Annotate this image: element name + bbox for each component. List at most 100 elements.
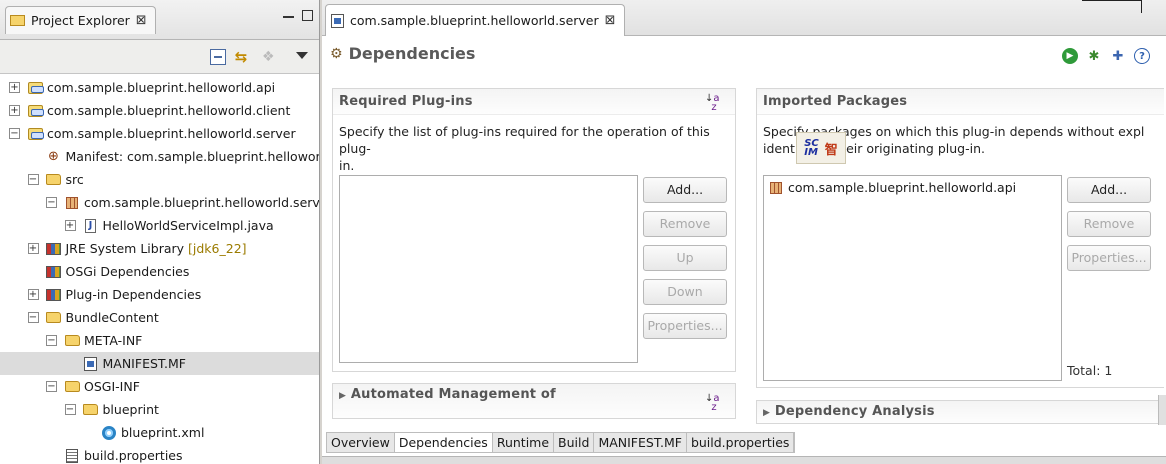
imported-packages-title: Imported Packages <box>763 94 908 109</box>
package-icon-glyph <box>66 196 78 209</box>
properties-file-icon-glyph <box>66 448 78 463</box>
bottom-panel-strip <box>322 456 1166 464</box>
project-icon <box>27 80 44 96</box>
tree-item-label: com.sample.blueprint.helloworld.server <box>84 195 319 210</box>
project-explorer-tab[interactable]: Project Explorer ⊠ <box>5 6 156 34</box>
tree-item[interactable]: + J HelloWorldServiceImpl.java <box>0 214 319 237</box>
tree-item[interactable]: − blueprint <box>0 398 319 421</box>
help-icon[interactable]: ? <box>1134 48 1150 64</box>
tab-overview[interactable]: Overview <box>327 433 395 452</box>
down-button[interactable]: Down <box>643 279 727 305</box>
tree-item-label: HelloWorldServiceImpl.java <box>102 218 274 233</box>
up-button[interactable]: Up <box>643 245 727 271</box>
minimize-icon[interactable] <box>283 10 294 18</box>
library-icon <box>46 241 62 257</box>
tab-build[interactable]: Build <box>554 433 595 452</box>
add-package-button[interactable]: Add... <box>1067 177 1151 203</box>
tree-item[interactable]: − OSGI-INF <box>0 375 319 398</box>
collapse-icon[interactable]: − <box>9 128 20 139</box>
package-icon <box>770 181 782 194</box>
tree-item-label: JRE System Library [jdk6_22] <box>65 241 247 256</box>
view-menu-icon[interactable] <box>296 52 308 59</box>
sort-icon[interactable]: ↓a z <box>705 94 720 113</box>
project-icon-glyph <box>27 104 44 117</box>
tab-build-properties[interactable]: build.properties <box>687 433 795 452</box>
automated-management-title: ▶ Automated Management of <box>339 387 556 402</box>
sort-icon[interactable]: ↓a z <box>705 394 720 413</box>
filter-icon[interactable]: ❖ <box>262 49 278 65</box>
library-icon-glyph <box>46 242 61 255</box>
collapse-icon[interactable]: − <box>27 174 39 185</box>
folder-icon <box>46 172 62 188</box>
imported-packages-header: Imported Packages <box>757 89 1164 115</box>
tree-item-label: Plug-in Dependencies <box>65 287 202 302</box>
close-icon[interactable]: ⊠ <box>605 13 616 28</box>
folder-icon <box>64 333 80 349</box>
tab-manifest-mf[interactable]: MANIFEST.MF <box>594 433 687 452</box>
automated-management-header[interactable]: ▶ Automated Management of ↓a z <box>333 384 735 418</box>
add-plugin-button[interactable]: Add... <box>643 177 727 203</box>
package-properties-button[interactable]: Properties... <box>1067 245 1151 271</box>
input-method-indicator[interactable]: SC IM 智 <box>796 132 846 164</box>
collapse-all-icon[interactable] <box>210 49 226 65</box>
remove-package-button[interactable]: Remove <box>1067 211 1151 237</box>
tree-item[interactable]: OSGi Dependencies <box>0 260 319 283</box>
expand-arrow-icon: ▶ <box>763 408 771 418</box>
tree-item-label: Manifest: com.sample.blueprint.helloworl… <box>65 149 320 164</box>
tab-runtime[interactable]: Runtime <box>493 433 555 452</box>
expand-arrow-icon: ▶ <box>339 391 347 401</box>
editor-page-tabs: Overview Dependencies Runtime Build MANIFEST… <box>326 432 796 453</box>
editor-tab[interactable]: com.sample.blueprint.helloworld.server ⊠ <box>325 4 625 36</box>
scim-line2: IM <box>804 147 818 158</box>
scim-logo-icon: SC IM <box>804 139 819 158</box>
list-item[interactable]: com.sample.blueprint.helloworld.api <box>770 180 1016 195</box>
tree-item[interactable]: build.properties <box>0 444 319 464</box>
required-plugins-list[interactable] <box>339 175 638 363</box>
collapse-icon[interactable]: − <box>27 312 39 323</box>
tab-dependencies[interactable]: Dependencies <box>394 433 493 452</box>
tree-item[interactable]: blueprint.xml <box>0 421 319 444</box>
tree-item[interactable]: ⊕ Manifest: com.sample.blueprint.hellowor… <box>0 145 319 168</box>
run-icon[interactable]: ▶ <box>1062 48 1078 64</box>
close-icon[interactable]: ⊠ <box>136 13 147 28</box>
debug-icon[interactable]: ✱ <box>1086 48 1102 64</box>
tree-item[interactable]: MANIFEST.MF <box>0 352 319 375</box>
tree-item-label: com.sample.blueprint.helloworld.api <box>47 80 276 95</box>
tree-item[interactable]: − BundleContent <box>0 306 319 329</box>
tree-item[interactable]: + Plug-in Dependencies <box>0 283 319 306</box>
collapse-icon[interactable]: − <box>46 197 57 208</box>
folder-icon-glyph <box>64 381 80 392</box>
library-icon-glyph <box>46 288 61 301</box>
tree-item[interactable]: − com.sample.blueprint.helloworld.server <box>0 191 319 214</box>
form-title: Dependencies <box>348 44 476 63</box>
link-with-editor-icon[interactable]: ⇆ <box>233 49 249 65</box>
project-icon-glyph <box>27 127 44 140</box>
plugin-properties-button[interactable]: Properties... <box>643 313 727 339</box>
expand-icon[interactable]: + <box>9 105 20 116</box>
collapse-icon[interactable]: − <box>46 335 57 346</box>
tree-item[interactable]: − META-INF <box>0 329 319 352</box>
remove-plugin-button[interactable]: Remove <box>643 211 727 237</box>
manifest-editor: com.sample.blueprint.helloworld.server ⊠… <box>322 0 1166 464</box>
imported-packages-list[interactable]: com.sample.blueprint.helloworld.api <box>763 175 1062 381</box>
tree-item[interactable]: − src <box>0 168 319 191</box>
expand-icon[interactable]: + <box>27 243 39 254</box>
tree-item[interactable]: + com.sample.blueprint.helloworld.client <box>0 99 319 122</box>
folder-icon-glyph <box>46 312 61 323</box>
dependency-analysis-section: ▶ Dependency Analysis <box>756 400 1164 424</box>
maximize-icon[interactable] <box>302 10 313 21</box>
collapse-icon[interactable]: − <box>46 381 57 392</box>
dependency-analysis-header[interactable]: ▶ Dependency Analysis <box>757 401 1164 423</box>
tree-item[interactable]: + com.sample.blueprint.helloworld.api <box>0 76 319 99</box>
tree-item-label: blueprint.xml <box>121 425 205 440</box>
dependencies-icon: ⚙ <box>330 45 343 62</box>
expand-icon[interactable]: + <box>9 82 20 93</box>
plugin-icon[interactable]: ✚ <box>1110 48 1126 64</box>
tree-item-label: src <box>65 172 84 187</box>
collapse-icon[interactable]: − <box>64 404 76 415</box>
expand-icon[interactable]: + <box>64 220 76 231</box>
expand-icon[interactable]: + <box>27 289 39 300</box>
tree-item[interactable]: − com.sample.blueprint.helloworld.server <box>0 122 319 145</box>
tree-item[interactable]: + JRE System Library [jdk6_22] <box>0 237 319 260</box>
scrollbar[interactable] <box>1158 395 1166 425</box>
